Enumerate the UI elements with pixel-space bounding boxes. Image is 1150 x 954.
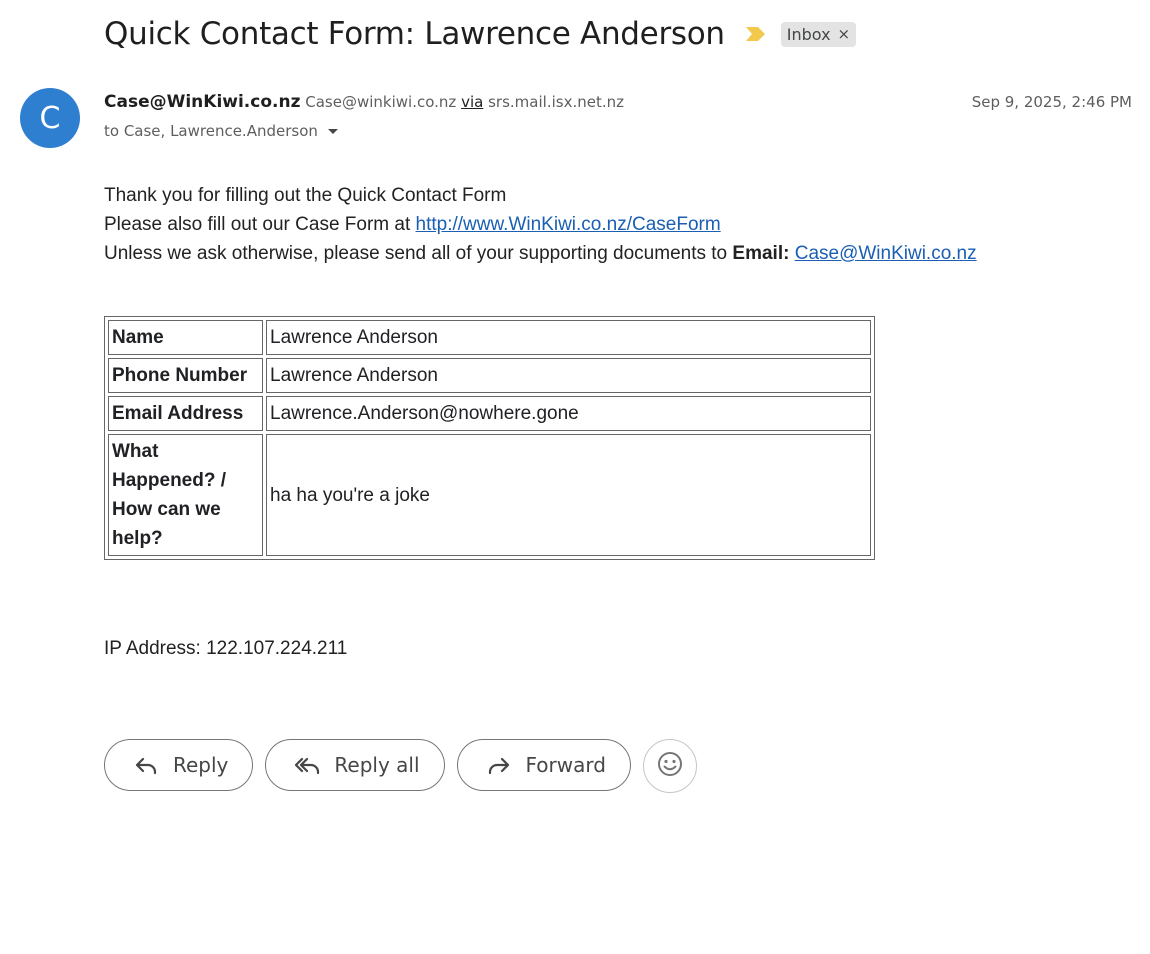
row-key-phone: Phone Number xyxy=(108,358,263,393)
table-row: Email Address Lawrence.Anderson@nowhere.… xyxy=(108,396,871,431)
forward-label: Forward xyxy=(525,753,606,777)
table-row: What Happened? / How can we help? ha ha … xyxy=(108,434,871,556)
row-value-name: Lawrence Anderson xyxy=(266,320,871,355)
subject-row: Quick Contact Form: Lawrence Anderson In… xyxy=(104,16,857,52)
reply-icon xyxy=(133,752,159,778)
ip-address-line: IP Address: 122.107.224.211 xyxy=(104,638,348,659)
reply-all-button[interactable]: Reply all xyxy=(265,739,445,791)
inbox-label-chip: Inbox × xyxy=(780,21,857,47)
reply-all-label: Reply all xyxy=(334,753,420,777)
table-row: Phone Number Lawrence Anderson xyxy=(108,358,871,393)
table-row: Name Lawrence Anderson xyxy=(108,320,871,355)
contact-form-table: Name Lawrence Anderson Phone Number Lawr… xyxy=(104,316,875,560)
forward-button[interactable]: Forward xyxy=(456,739,631,791)
body-line-1: Thank you for filling out the Quick Cont… xyxy=(104,185,507,206)
sender-avatar[interactable]: C xyxy=(20,88,80,148)
body-line-3-text: Unless we ask otherwise, please send all… xyxy=(104,243,733,264)
row-key-email: Email Address xyxy=(108,396,263,431)
reply-all-icon xyxy=(294,752,320,778)
email-body: Thank you for filling out the Quick Cont… xyxy=(104,181,977,268)
show-details-dropdown-icon[interactable] xyxy=(326,126,340,136)
case-form-link[interactable]: http://www.WinKiwi.co.nz/CaseForm xyxy=(416,214,721,235)
via-link[interactable]: via xyxy=(461,93,483,111)
body-line-2-text: Please also fill out our Case Form at xyxy=(104,214,416,235)
body-line-2: Please also fill out our Case Form at ht… xyxy=(104,210,977,239)
sender-name[interactable]: Case@WinKiwi.co.nz xyxy=(104,92,300,112)
importance-marker-icon[interactable] xyxy=(745,23,767,45)
row-value-phone: Lawrence Anderson xyxy=(266,358,871,393)
action-buttons: Reply Reply all Forward xyxy=(104,739,697,793)
remove-label-icon[interactable]: × xyxy=(838,25,851,43)
recipients-line: to Case, Lawrence.Anderson xyxy=(104,122,340,140)
body-line-3: Unless we ask otherwise, please send all… xyxy=(104,239,977,268)
smiley-icon xyxy=(656,750,684,783)
email-bold-label: Email: xyxy=(732,243,790,264)
email-date: Sep 9, 2025, 2:46 PM xyxy=(971,93,1132,111)
recipients-text: to Case, Lawrence.Anderson xyxy=(104,122,318,140)
sender-line: Case@WinKiwi.co.nz Case@winkiwi.co.nz vi… xyxy=(104,92,624,112)
row-key-what-happened: What Happened? / How can we help? xyxy=(108,434,263,556)
sender-address: Case@winkiwi.co.nz xyxy=(305,93,457,111)
email-subject: Quick Contact Form: Lawrence Anderson xyxy=(104,16,725,52)
reply-button[interactable]: Reply xyxy=(104,739,254,791)
forward-icon xyxy=(486,752,512,778)
row-value-what-happened: ha ha you're a joke xyxy=(266,434,871,556)
reply-label: Reply xyxy=(173,753,229,777)
case-email-link[interactable]: Case@WinKiwi.co.nz xyxy=(795,243,977,264)
row-value-email: Lawrence.Anderson@nowhere.gone xyxy=(266,396,871,431)
via-domain: srs.mail.isx.net.nz xyxy=(488,93,624,111)
emoji-reaction-button[interactable] xyxy=(642,739,697,793)
inbox-label-text: Inbox xyxy=(786,24,831,44)
row-key-name: Name xyxy=(108,320,263,355)
